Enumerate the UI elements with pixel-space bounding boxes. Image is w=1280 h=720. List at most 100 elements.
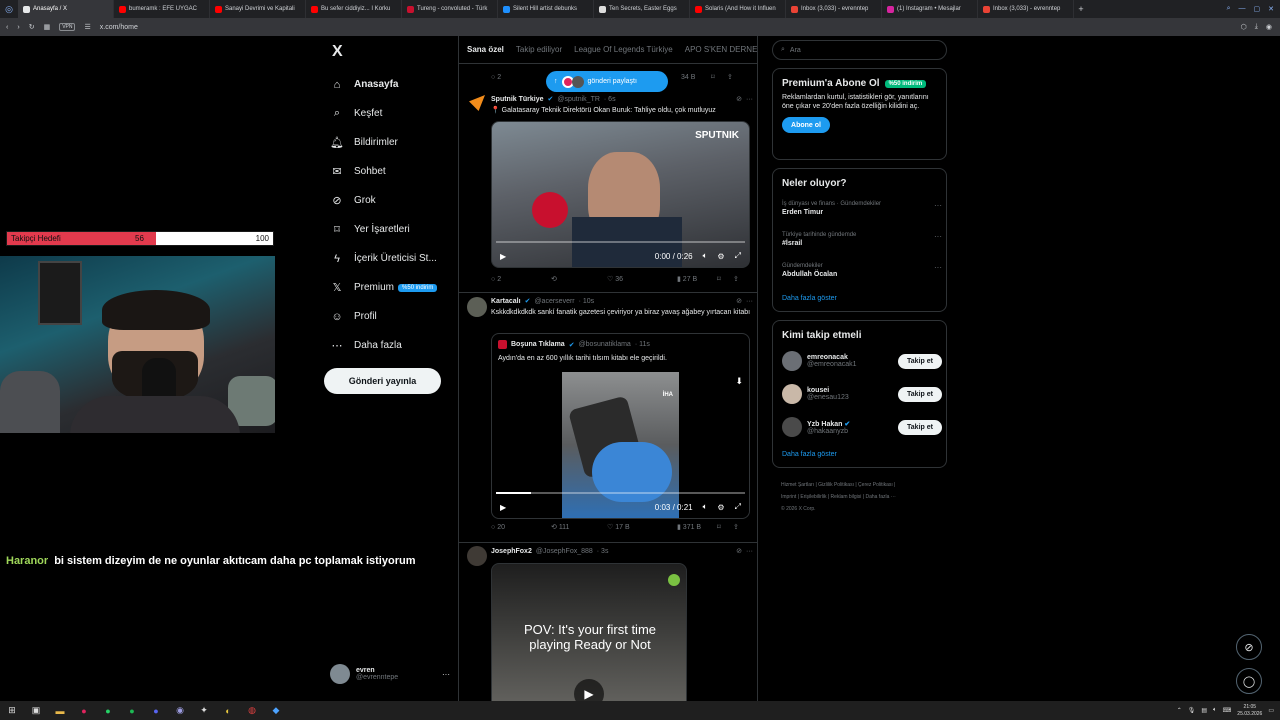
- x-logo-icon[interactable]: X: [332, 43, 352, 61]
- quoted-video[interactable]: İHA ⬇ ▶ 0:03 / 0:21 🔈︎ ⚙ ⤢: [492, 372, 749, 518]
- tweet[interactable]: JosephFox2 @JosephFox_888 · 3s ⊘ ··· POV…: [459, 543, 757, 720]
- volume-icon[interactable]: 🔈︎: [703, 502, 708, 512]
- tweet-avatar[interactable]: [467, 546, 487, 566]
- grok-icon[interactable]: ⊘: [736, 547, 742, 555]
- sidebar-item-home[interactable]: ⌂ Anasayfa: [320, 70, 455, 99]
- share-icon[interactable]: ⇪: [727, 73, 733, 81]
- task-view-icon[interactable]: ▣: [24, 701, 48, 720]
- reply-button[interactable]: ○ 20: [491, 524, 551, 531]
- speed-dial-icon[interactable]: ▦: [44, 23, 51, 31]
- bookmark-icon[interactable]: ⌑: [717, 275, 733, 283]
- downloads-icon[interactable]: ⤓: [1255, 23, 1258, 31]
- tweet-video[interactable]: SPUTNIK ▶ 0:00 / 0:26 🔈︎ ⚙ ⤢: [491, 121, 750, 268]
- grok-icon[interactable]: ⊘: [736, 297, 742, 305]
- tweet-time[interactable]: · 3s: [597, 548, 609, 555]
- forward-icon[interactable]: ›: [17, 24, 19, 31]
- sidebar-item-bell[interactable]: 🔔︎ Bildirimler: [320, 128, 455, 157]
- messages-fab-icon[interactable]: ◯: [1236, 668, 1262, 694]
- tweet-handle[interactable]: @sputnik_TR: [557, 96, 600, 103]
- network-icon[interactable]: ▤: [1201, 707, 1207, 714]
- browser-tab[interactable]: bumeramk : EFE UYGAC: [114, 0, 210, 18]
- post-button[interactable]: Gönderi yayınla: [324, 368, 441, 394]
- footer-line[interactable]: Hizmet Şartları | Gizlilik Politikası | …: [781, 479, 941, 491]
- tweet-handle[interactable]: @acerseverr: [534, 298, 574, 305]
- profile-icon[interactable]: ◉: [1266, 23, 1272, 31]
- timeline-tab[interactable]: APO S'KEN DERNE: [685, 45, 757, 54]
- follow-suggestion[interactable]: kousei @enesau123 Takip et: [782, 384, 942, 404]
- clock[interactable]: 21:05 25.03.2026: [1237, 704, 1262, 718]
- more-icon[interactable]: ···: [934, 263, 942, 272]
- bookmark-icon[interactable]: ⌑: [717, 523, 733, 531]
- browser-tab[interactable]: Inbox (3,033) - evrenntep: [786, 0, 882, 18]
- grok-icon[interactable]: ⊘: [736, 95, 742, 103]
- search-tabs-icon[interactable]: ⌕: [1227, 5, 1231, 13]
- video-progress[interactable]: [496, 241, 745, 243]
- trend-item[interactable]: İş dünyası ve finans · Gündemdekiler Erde…: [782, 201, 942, 216]
- back-icon[interactable]: ‹: [6, 24, 8, 31]
- trend-item[interactable]: Gündemdekiler Abdullah Öcalan ···: [782, 263, 942, 278]
- close-window-icon[interactable]: ✕: [1268, 5, 1274, 13]
- vpn-badge[interactable]: VPN: [59, 23, 76, 31]
- app-icon[interactable]: ✦: [192, 701, 216, 720]
- browser-tab[interactable]: Sanayi Devrimi ve Kapitali: [210, 0, 306, 18]
- url-field[interactable]: x.com/home: [100, 24, 138, 31]
- tray-overflow-icon[interactable]: ⌃: [1177, 707, 1182, 714]
- bookmark-icon[interactable]: ⌑: [711, 73, 727, 81]
- browser-tab[interactable]: Silent Hill artist debunks: [498, 0, 594, 18]
- share-icon[interactable]: ⇪: [733, 275, 739, 283]
- more-icon[interactable]: ···: [934, 232, 942, 241]
- play-icon[interactable]: ▶: [500, 503, 506, 512]
- sidebar-item-person[interactable]: ☺ Profil: [320, 302, 455, 331]
- minimize-icon[interactable]: —: [1239, 5, 1246, 13]
- quoted-tweet[interactable]: Boşuna Tıklama ✔ @bosunatiklama · 11s Ay…: [491, 333, 750, 519]
- views-button[interactable]: ▮ 371 B: [677, 523, 717, 531]
- avatar[interactable]: [782, 417, 802, 437]
- start-icon[interactable]: ⊞: [0, 701, 24, 720]
- steam-icon[interactable]: ◆: [264, 701, 288, 720]
- follow-button[interactable]: Takip et: [898, 353, 942, 369]
- whatsapp-icon[interactable]: ●: [96, 701, 120, 720]
- avatar[interactable]: [782, 351, 802, 371]
- tweet[interactable]: Kartacalı ✔ @acerseverr · 10s ⊘ ··· Kskk…: [459, 293, 757, 543]
- tweet-handle[interactable]: @JosephFox_888: [536, 548, 593, 555]
- sidebar-item-mail[interactable]: ✉ Sohbet: [320, 157, 455, 186]
- discord-icon[interactable]: ●: [144, 701, 168, 720]
- mic-icon[interactable]: 🎙︎: [1188, 707, 1196, 714]
- tweet-time[interactable]: · 10s: [579, 298, 595, 305]
- settings-icon[interactable]: ⚙: [717, 252, 724, 261]
- sidebar-item-grok[interactable]: ⊘ Grok: [320, 186, 455, 215]
- reply-button[interactable]: ○ 2: [491, 276, 551, 283]
- keyboard-icon[interactable]: ⌨: [1223, 707, 1232, 714]
- browser-tab[interactable]: Ten Secrets, Easter Eggs: [594, 0, 690, 18]
- repost-button[interactable]: ⟲: [551, 275, 607, 283]
- timeline-tab[interactable]: League Of Legends Türkiye: [574, 45, 673, 54]
- footer-line[interactable]: Imprint | Erişilebilirlik | Reklam bilgi…: [781, 491, 941, 503]
- follow-button[interactable]: Takip et: [898, 386, 942, 402]
- follow-suggestion[interactable]: Yzb Hakan ✔ @hakaanyzb Takip et: [782, 417, 942, 437]
- browser-tab[interactable]: Anasayfa / X: [18, 0, 114, 18]
- subscribe-button[interactable]: Abone ol: [782, 117, 830, 133]
- account-more-icon[interactable]: ···: [442, 670, 450, 679]
- file-explorer-icon[interactable]: ▬: [48, 701, 72, 720]
- video-progress[interactable]: [496, 492, 745, 494]
- timeline-tab[interactable]: Sana özel: [467, 45, 504, 54]
- play-icon[interactable]: ▶: [500, 252, 506, 261]
- trends-show-more[interactable]: Daha fazla göster: [782, 295, 837, 302]
- like-button[interactable]: ♡ 36: [607, 275, 677, 283]
- share-icon[interactable]: ⇪: [733, 523, 739, 531]
- site-info-icon[interactable]: ☰: [84, 23, 90, 31]
- browser-tab[interactable]: Inbox (3,033) - evrenntep: [978, 0, 1074, 18]
- app-icon[interactable]: ◍: [240, 701, 264, 720]
- maximize-icon[interactable]: ▢: [1254, 5, 1261, 13]
- notifications-icon[interactable]: ▭: [1268, 707, 1274, 714]
- follow-button[interactable]: Takip et: [898, 419, 942, 435]
- browser-tab[interactable]: Solaris (And How it Influen: [690, 0, 786, 18]
- sidebar-item-lightning[interactable]: ϟ İçerik Üreticisi St...: [320, 244, 455, 273]
- more-icon[interactable]: ···: [746, 96, 753, 103]
- sidebar-item-search[interactable]: ⌕ Keşfet: [320, 99, 455, 128]
- avatar[interactable]: [782, 384, 802, 404]
- browser-tab[interactable]: (1) Instagram • Mesajlar: [882, 0, 978, 18]
- timeline-tab[interactable]: Takip ediliyor: [516, 45, 562, 54]
- tweet-author[interactable]: JosephFox2: [491, 548, 532, 555]
- settings-icon[interactable]: ⚙: [717, 503, 724, 512]
